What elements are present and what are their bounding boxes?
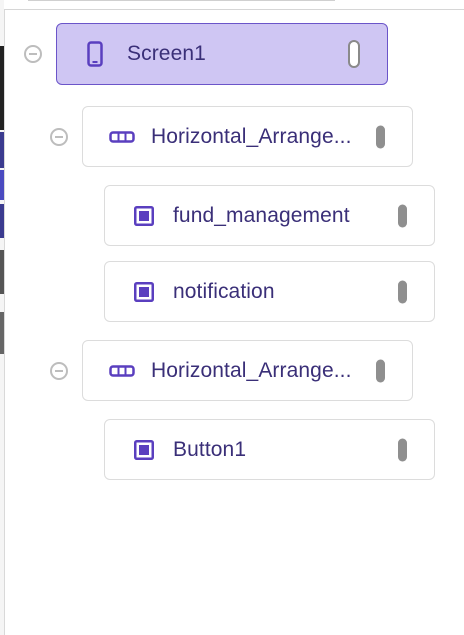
tree-node-label: fund_management <box>173 203 350 227</box>
tree-node-label: Horizontal_Arrange... <box>151 124 352 148</box>
drag-handle[interactable] <box>376 359 385 382</box>
drag-handle[interactable] <box>398 280 407 303</box>
button-component-icon <box>134 439 154 460</box>
tree-node-horizontal-arrangement-2[interactable]: Horizontal_Arrange... <box>82 340 413 401</box>
collapse-arrangement1-toggle[interactable] <box>50 128 68 146</box>
horizontal-arrangement-icon <box>109 130 135 143</box>
tree-node-label: Screen1 <box>127 42 206 65</box>
tree-node-button1[interactable]: Button1 <box>104 419 435 480</box>
drag-handle[interactable] <box>376 125 385 148</box>
drag-handle[interactable] <box>348 40 360 68</box>
tree-node-fund-management[interactable]: fund_management <box>104 185 435 246</box>
button-component-icon <box>134 281 154 302</box>
tree-node-label: notification <box>173 279 275 303</box>
tree-node-horizontal-arrangement-1[interactable]: Horizontal_Arrange... <box>82 106 413 167</box>
tree-node-notification[interactable]: notification <box>104 261 435 322</box>
drag-handle[interactable] <box>398 204 407 227</box>
collapse-arrangement2-toggle[interactable] <box>50 362 68 380</box>
left-panel-edge <box>0 0 5 635</box>
phone-icon <box>87 41 103 67</box>
button-component-icon <box>134 205 154 226</box>
horizontal-arrangement-icon <box>109 364 135 377</box>
tree-node-label: Horizontal_Arrange... <box>151 358 352 382</box>
drag-handle[interactable] <box>398 438 407 461</box>
panel-top-border <box>4 0 464 10</box>
tree-node-screen1[interactable]: Screen1 <box>56 23 388 85</box>
collapse-screen1-toggle[interactable] <box>24 45 42 63</box>
tree-node-label: Button1 <box>173 437 247 461</box>
